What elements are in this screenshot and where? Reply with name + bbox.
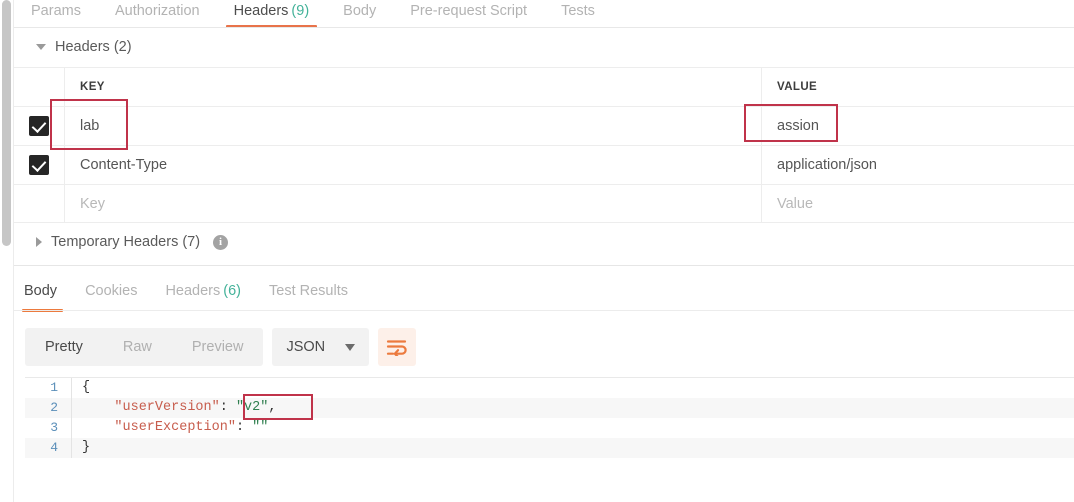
tab-label: Tests <box>561 3 595 19</box>
tab-label: Params <box>31 3 81 19</box>
panel-scrollbar-track[interactable] <box>0 0 14 502</box>
code-line-number: 1 <box>50 380 58 395</box>
code-line-text[interactable]: "userException": "" <box>71 418 1074 438</box>
code-token: , <box>268 400 277 415</box>
table-row-empty[interactable]: Key Value <box>14 184 1074 223</box>
tab-label: Body <box>343 3 377 19</box>
code-line: 3 "userException": "" <box>25 418 1074 438</box>
temporary-headers-label: Temporary Headers (7) <box>51 234 201 250</box>
headers-section-label: Headers (2) <box>55 39 132 55</box>
tab-headers[interactable]: Headers (9) <box>217 0 327 28</box>
header-key-input[interactable]: Content-Type <box>64 146 761 184</box>
tab-pre-request-script[interactable]: Pre-request Script <box>393 0 544 27</box>
header-key-input[interactable]: lab <box>64 107 761 145</box>
request-tab-bar-divider <box>14 27 1074 28</box>
tab-count-badge: (6) <box>223 283 241 299</box>
code-line: 4} <box>25 438 1074 458</box>
view-mode-preview-button[interactable]: Preview <box>172 328 264 366</box>
info-icon[interactable]: i <box>213 234 229 250</box>
tab-label: Test Results <box>269 283 348 299</box>
response-body-code-viewer[interactable]: 1{2 "userVersion": "v2", 3 "userException… <box>25 378 1074 458</box>
row-enabled-checkbox[interactable] <box>29 116 49 136</box>
view-mode-pretty-button[interactable]: Pretty <box>25 328 103 366</box>
code-token: : <box>235 420 253 435</box>
tab-label: Pre-request Script <box>410 3 528 19</box>
view-mode-segmented-control: Pretty Raw Preview <box>25 328 264 366</box>
header-row-checkbox-column <box>14 68 64 106</box>
column-header-key: KEY <box>64 68 761 106</box>
chevron-right-icon <box>36 237 42 247</box>
tab-response-body[interactable]: Body <box>14 278 71 312</box>
code-line-number: 4 <box>50 440 58 455</box>
header-value-input[interactable]: assion <box>761 107 1074 145</box>
tab-authorization[interactable]: Authorization <box>98 0 217 27</box>
word-wrap-toggle-button[interactable] <box>378 328 417 366</box>
code-line-text[interactable]: } <box>71 438 1074 458</box>
headers-table: KEY VALUE lab assion Content-Type applic… <box>14 67 1074 223</box>
temporary-headers-divider <box>14 265 1074 266</box>
code-line-text[interactable]: "userVersion": "v2", <box>71 398 1074 418</box>
code-token: "" <box>252 420 269 435</box>
code-token: "userVersion" <box>114 400 220 415</box>
chevron-down-icon <box>36 44 46 50</box>
code-line-number: 2 <box>50 400 58 415</box>
code-token: } <box>82 440 91 455</box>
code-line-number: 3 <box>50 420 58 435</box>
headers-table-header-row: KEY VALUE <box>14 67 1074 106</box>
tab-label: Body <box>24 283 58 299</box>
temporary-headers-toggle[interactable]: Temporary Headers (7) i <box>36 234 229 250</box>
tab-label: Headers <box>233 3 289 19</box>
header-value-input-placeholder[interactable]: Value <box>761 185 1074 222</box>
tab-body[interactable]: Body <box>326 0 393 27</box>
tab-label: Cookies <box>85 283 138 299</box>
table-row[interactable]: lab assion <box>14 106 1074 145</box>
code-token: "userException" <box>114 420 236 435</box>
header-key-input-placeholder[interactable]: Key <box>64 185 761 222</box>
table-row[interactable]: Content-Type application/json <box>14 145 1074 184</box>
code-line: 1{ <box>25 378 1074 398</box>
column-header-value: VALUE <box>761 68 1074 106</box>
view-mode-raw-button[interactable]: Raw <box>103 328 172 366</box>
header-row-checkbox-cell <box>14 146 64 184</box>
tab-label: Authorization <box>114 3 200 19</box>
request-tab-bar: Params Authorization Headers (9) Body Pre-req… <box>14 0 1074 28</box>
header-row-checkbox-cell <box>14 107 64 145</box>
header-row-checkbox-cell <box>14 185 64 222</box>
code-line: 2 "userVersion": "v2", <box>25 398 1074 418</box>
tab-response-cookies[interactable]: Cookies <box>71 278 151 310</box>
panel-scrollbar-thumb[interactable] <box>2 0 11 246</box>
code-token: { <box>82 380 91 395</box>
code-line-text[interactable]: { <box>71 378 1074 398</box>
response-tab-bar-divider <box>14 310 1074 311</box>
word-wrap-icon <box>387 340 407 356</box>
tab-label: Headers <box>165 283 221 299</box>
tab-count-badge: (9) <box>291 3 310 19</box>
code-token: "v2" <box>235 400 269 415</box>
tab-response-headers[interactable]: Headers (6) <box>151 278 255 310</box>
response-body-toolbar: Pretty Raw Preview JSON <box>25 328 417 366</box>
format-dropdown-value: JSON <box>286 339 326 355</box>
postman-request-response-panel: Params Authorization Headers (9) Body Pre-req… <box>0 0 1074 502</box>
tab-params[interactable]: Params <box>14 0 98 27</box>
response-tab-bar: Body Cookies Headers (6) Test Results <box>14 278 1074 312</box>
tab-tests[interactable]: Tests <box>544 0 612 27</box>
header-value-input[interactable]: application/json <box>761 146 1074 184</box>
tab-response-test-results[interactable]: Test Results <box>255 278 362 310</box>
format-dropdown[interactable]: JSON <box>272 328 370 366</box>
code-token: : <box>219 400 236 415</box>
headers-section-toggle[interactable]: Headers (2) <box>36 39 132 55</box>
chevron-down-icon <box>345 343 356 351</box>
row-enabled-checkbox[interactable] <box>29 155 49 175</box>
